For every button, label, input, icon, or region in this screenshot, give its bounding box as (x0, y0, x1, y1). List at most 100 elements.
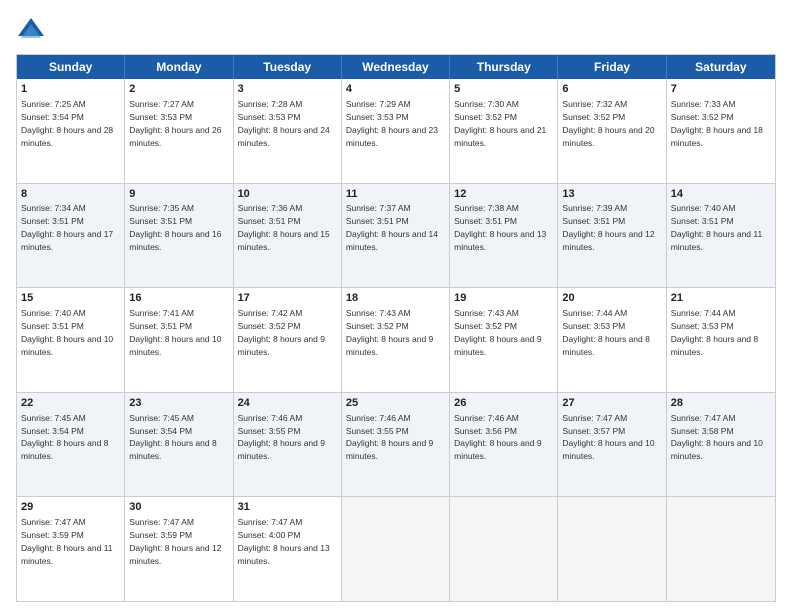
calendar-cell: 28 Sunrise: 7:47 AMSunset: 3:58 PMDayligh… (667, 393, 775, 497)
day-number: 4 (346, 82, 445, 97)
day-number: 16 (129, 291, 228, 306)
col-header-saturday: Saturday (667, 55, 775, 79)
calendar-cell: 23 Sunrise: 7:45 AMSunset: 3:54 PMDayligh… (125, 393, 233, 497)
calendar-cell: 14Sunrise: 7:40 AMSunset: 3:51 PMDayligh… (667, 184, 775, 288)
day-number: 3 (238, 82, 337, 97)
calendar-cell: 3 Sunrise: 7:28 AMSunset: 3:53 PMDaylight… (234, 79, 342, 183)
calendar-cell: 21 Sunrise: 7:44 AMSunset: 3:53 PMDayligh… (667, 288, 775, 392)
cell-sunrise: Sunrise: 7:43 AMSunset: 3:52 PMDaylight:… (346, 308, 433, 357)
calendar-cell: 12Sunrise: 7:38 AMSunset: 3:51 PMDayligh… (450, 184, 558, 288)
calendar-cell: 9Sunrise: 7:35 AMSunset: 3:51 PMDaylight… (125, 184, 233, 288)
calendar-cell: 30 Sunrise: 7:47 AMSunset: 3:59 PMDayligh… (125, 497, 233, 601)
day-number: 1 (21, 82, 120, 97)
calendar-cell: 6 Sunrise: 7:32 AMSunset: 3:52 PMDaylight… (558, 79, 666, 183)
calendar-cell: 31Sunrise: 7:47 AMSunset: 4:00 PMDayligh… (234, 497, 342, 601)
calendar-cell: 24 Sunrise: 7:46 AMSunset: 3:55 PMDayligh… (234, 393, 342, 497)
cell-sunrise: Sunrise: 7:44 AMSunset: 3:53 PMDaylight:… (671, 308, 758, 357)
calendar-cell: 8Sunrise: 7:34 AMSunset: 3:51 PMDaylight… (17, 184, 125, 288)
cell-sunrise: Sunrise: 7:33 AMSunset: 3:52 PMDaylight:… (671, 99, 763, 148)
col-header-sunday: Sunday (17, 55, 125, 79)
day-number: 25 (346, 396, 445, 411)
day-number: 29 (21, 500, 120, 515)
day-number: 13 (562, 187, 661, 202)
day-number: 15 (21, 291, 120, 306)
day-number: 10 (238, 187, 337, 202)
cell-sunrise: Sunrise: 7:41 AMSunset: 3:51 PMDaylight:… (129, 308, 221, 357)
cell-sunrise: Sunrise: 7:25 AMSunset: 3:54 PMDaylight:… (21, 99, 113, 148)
cell-sunrise: Sunrise: 7:45 AMSunset: 3:54 PMDaylight:… (129, 413, 216, 462)
day-number: 2 (129, 82, 228, 97)
cell-sunrise: Sunrise: 7:47 AMSunset: 3:59 PMDaylight:… (129, 517, 221, 566)
cell-sunrise: Sunrise: 7:46 AMSunset: 3:56 PMDaylight:… (454, 413, 541, 462)
calendar-body: 1 Sunrise: 7:25 AMSunset: 3:54 PMDaylight… (17, 79, 775, 601)
day-number: 6 (562, 82, 661, 97)
calendar-cell: 13Sunrise: 7:39 AMSunset: 3:51 PMDayligh… (558, 184, 666, 288)
day-number: 17 (238, 291, 337, 306)
calendar-cell: 29 Sunrise: 7:47 AMSunset: 3:59 PMDayligh… (17, 497, 125, 601)
calendar-cell (558, 497, 666, 601)
day-number: 30 (129, 500, 228, 515)
cell-sunrise: Sunrise: 7:46 AMSunset: 3:55 PMDaylight:… (238, 413, 325, 462)
cell-sunrise: Sunrise: 7:35 AMSunset: 3:51 PMDaylight:… (129, 203, 221, 252)
cell-sunrise: Sunrise: 7:45 AMSunset: 3:54 PMDaylight:… (21, 413, 108, 462)
cell-sunrise: Sunrise: 7:40 AMSunset: 3:51 PMDaylight:… (671, 203, 763, 252)
header (16, 16, 776, 44)
col-header-monday: Monday (125, 55, 233, 79)
calendar-cell (667, 497, 775, 601)
calendar-cell: 25Sunrise: 7:46 AMSunset: 3:55 PMDayligh… (342, 393, 450, 497)
calendar-week-4: 22 Sunrise: 7:45 AMSunset: 3:54 PMDayligh… (17, 393, 775, 498)
cell-sunrise: Sunrise: 7:37 AMSunset: 3:51 PMDaylight:… (346, 203, 438, 252)
cell-sunrise: Sunrise: 7:47 AMSunset: 3:59 PMDaylight:… (21, 517, 113, 566)
day-number: 22 (21, 396, 120, 411)
calendar-cell: 22 Sunrise: 7:45 AMSunset: 3:54 PMDayligh… (17, 393, 125, 497)
day-number: 19 (454, 291, 553, 306)
cell-sunrise: Sunrise: 7:47 AMSunset: 3:57 PMDaylight:… (562, 413, 654, 462)
day-number: 27 (562, 396, 661, 411)
calendar-cell: 15 Sunrise: 7:40 AMSunset: 3:51 PMDayligh… (17, 288, 125, 392)
calendar-cell: 1 Sunrise: 7:25 AMSunset: 3:54 PMDaylight… (17, 79, 125, 183)
day-number: 18 (346, 291, 445, 306)
day-number: 14 (671, 187, 771, 202)
day-number: 26 (454, 396, 553, 411)
page: SundayMondayTuesdayWednesdayThursdayFrid… (0, 0, 792, 612)
cell-sunrise: Sunrise: 7:36 AMSunset: 3:51 PMDaylight:… (238, 203, 330, 252)
cell-sunrise: Sunrise: 7:32 AMSunset: 3:52 PMDaylight:… (562, 99, 654, 148)
calendar-cell: 7 Sunrise: 7:33 AMSunset: 3:52 PMDaylight… (667, 79, 775, 183)
cell-sunrise: Sunrise: 7:42 AMSunset: 3:52 PMDaylight:… (238, 308, 325, 357)
day-number: 7 (671, 82, 771, 97)
col-header-wednesday: Wednesday (342, 55, 450, 79)
cell-sunrise: Sunrise: 7:38 AMSunset: 3:51 PMDaylight:… (454, 203, 546, 252)
cell-sunrise: Sunrise: 7:39 AMSunset: 3:51 PMDaylight:… (562, 203, 654, 252)
cell-sunrise: Sunrise: 7:28 AMSunset: 3:53 PMDaylight:… (238, 99, 330, 148)
calendar-week-3: 15 Sunrise: 7:40 AMSunset: 3:51 PMDayligh… (17, 288, 775, 393)
calendar-cell: 10Sunrise: 7:36 AMSunset: 3:51 PMDayligh… (234, 184, 342, 288)
calendar: SundayMondayTuesdayWednesdayThursdayFrid… (16, 54, 776, 602)
cell-sunrise: Sunrise: 7:44 AMSunset: 3:53 PMDaylight:… (562, 308, 649, 357)
day-number: 28 (671, 396, 771, 411)
calendar-cell: 17 Sunrise: 7:42 AMSunset: 3:52 PMDayligh… (234, 288, 342, 392)
cell-sunrise: Sunrise: 7:40 AMSunset: 3:51 PMDaylight:… (21, 308, 113, 357)
calendar-cell: 26 Sunrise: 7:46 AMSunset: 3:56 PMDayligh… (450, 393, 558, 497)
calendar-cell: 2 Sunrise: 7:27 AMSunset: 3:53 PMDaylight… (125, 79, 233, 183)
calendar-week-5: 29 Sunrise: 7:47 AMSunset: 3:59 PMDayligh… (17, 497, 775, 601)
col-header-friday: Friday (558, 55, 666, 79)
cell-sunrise: Sunrise: 7:47 AMSunset: 4:00 PMDaylight:… (238, 517, 330, 566)
day-number: 11 (346, 187, 445, 202)
cell-sunrise: Sunrise: 7:30 AMSunset: 3:52 PMDaylight:… (454, 99, 546, 148)
calendar-cell: 19 Sunrise: 7:43 AMSunset: 3:52 PMDayligh… (450, 288, 558, 392)
calendar-cell: 18 Sunrise: 7:43 AMSunset: 3:52 PMDayligh… (342, 288, 450, 392)
day-number: 21 (671, 291, 771, 306)
day-number: 12 (454, 187, 553, 202)
cell-sunrise: Sunrise: 7:27 AMSunset: 3:53 PMDaylight:… (129, 99, 221, 148)
day-number: 23 (129, 396, 228, 411)
logo-icon (16, 16, 46, 44)
calendar-cell: 4Sunrise: 7:29 AMSunset: 3:53 PMDaylight… (342, 79, 450, 183)
cell-sunrise: Sunrise: 7:43 AMSunset: 3:52 PMDaylight:… (454, 308, 541, 357)
col-header-thursday: Thursday (450, 55, 558, 79)
day-number: 20 (562, 291, 661, 306)
day-number: 8 (21, 187, 120, 202)
calendar-week-1: 1 Sunrise: 7:25 AMSunset: 3:54 PMDaylight… (17, 79, 775, 184)
day-number: 24 (238, 396, 337, 411)
cell-sunrise: Sunrise: 7:47 AMSunset: 3:58 PMDaylight:… (671, 413, 763, 462)
day-number: 9 (129, 187, 228, 202)
